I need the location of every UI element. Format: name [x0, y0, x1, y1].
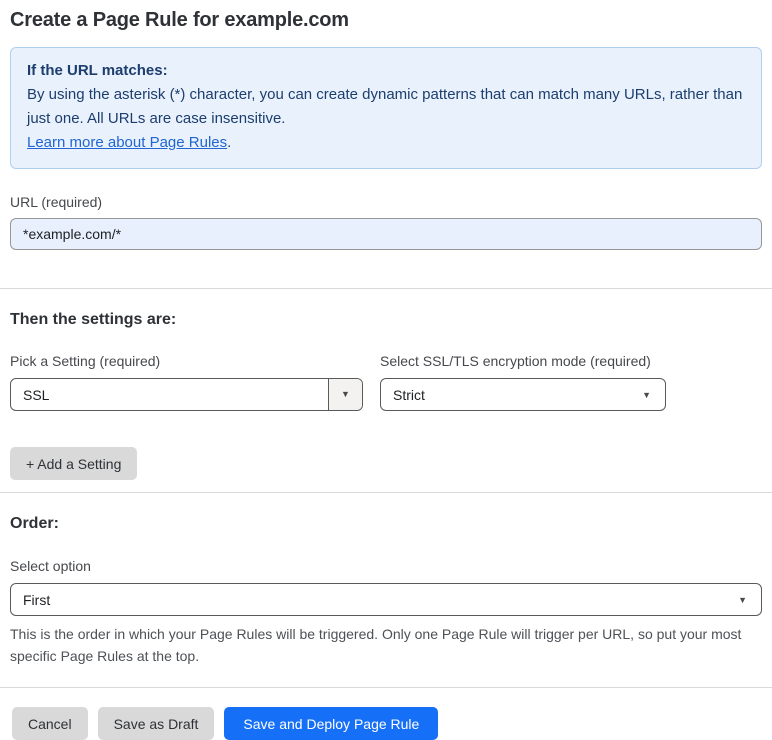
settings-row: Pick a Setting (required) SSL ▼ Select S…	[10, 353, 762, 411]
order-help-text: This is the order in which your Page Rul…	[10, 626, 742, 664]
link-suffix-period: .	[227, 134, 232, 151]
order-select[interactable]: First ▼	[10, 583, 762, 616]
url-input[interactable]	[10, 218, 762, 250]
chevron-down-icon: ▼	[642, 390, 651, 400]
order-section-heading: Order:	[10, 515, 59, 532]
dropdown-arrow-button[interactable]: ▼	[328, 379, 362, 410]
add-setting-button[interactable]: + Add a Setting	[10, 447, 138, 480]
info-box-link-line: Learn more about Page Rules.	[27, 131, 745, 155]
learn-more-link[interactable]: Learn more about Page Rules	[27, 134, 227, 151]
info-box-body: By using the asterisk (*) character, you…	[27, 86, 743, 127]
chevron-down-icon: ▼	[738, 595, 747, 605]
save-and-deploy-button[interactable]: Save and Deploy Page Rule	[224, 707, 439, 740]
page-title: Create a Page Rule for example.com	[10, 9, 349, 31]
url-field-label: URL (required)	[10, 194, 103, 210]
pick-setting-select[interactable]: SSL ▼	[10, 378, 363, 411]
pick-setting-label: Pick a Setting (required)	[10, 353, 161, 369]
create-page-rule-form: Create a Page Rule for example.com If th…	[0, 9, 772, 740]
url-match-info-box: If the URL matches: By using the asteris…	[10, 47, 762, 169]
ssl-mode-select[interactable]: Strict ▼	[380, 378, 666, 411]
order-select-label: Select option	[10, 558, 91, 574]
chevron-down-icon: ▼	[341, 389, 350, 399]
ssl-mode-label: Select SSL/TLS encryption mode (required…	[380, 353, 651, 369]
divider	[0, 288, 772, 289]
order-select-value: First	[23, 591, 51, 608]
pick-setting-value: SSL	[23, 386, 50, 403]
ssl-mode-group: Select SSL/TLS encryption mode (required…	[380, 353, 666, 411]
pick-setting-group: Pick a Setting (required) SSL ▼	[10, 353, 363, 411]
form-actions: Cancel Save as Draft Save and Deploy Pag…	[12, 707, 762, 740]
save-as-draft-button[interactable]: Save as Draft	[97, 707, 215, 740]
info-box-heading: If the URL matches:	[27, 62, 168, 79]
divider	[0, 492, 772, 493]
divider	[0, 687, 772, 688]
cancel-button[interactable]: Cancel	[12, 707, 88, 740]
settings-section-heading: Then the settings are:	[10, 311, 177, 328]
ssl-mode-value: Strict	[393, 386, 425, 403]
